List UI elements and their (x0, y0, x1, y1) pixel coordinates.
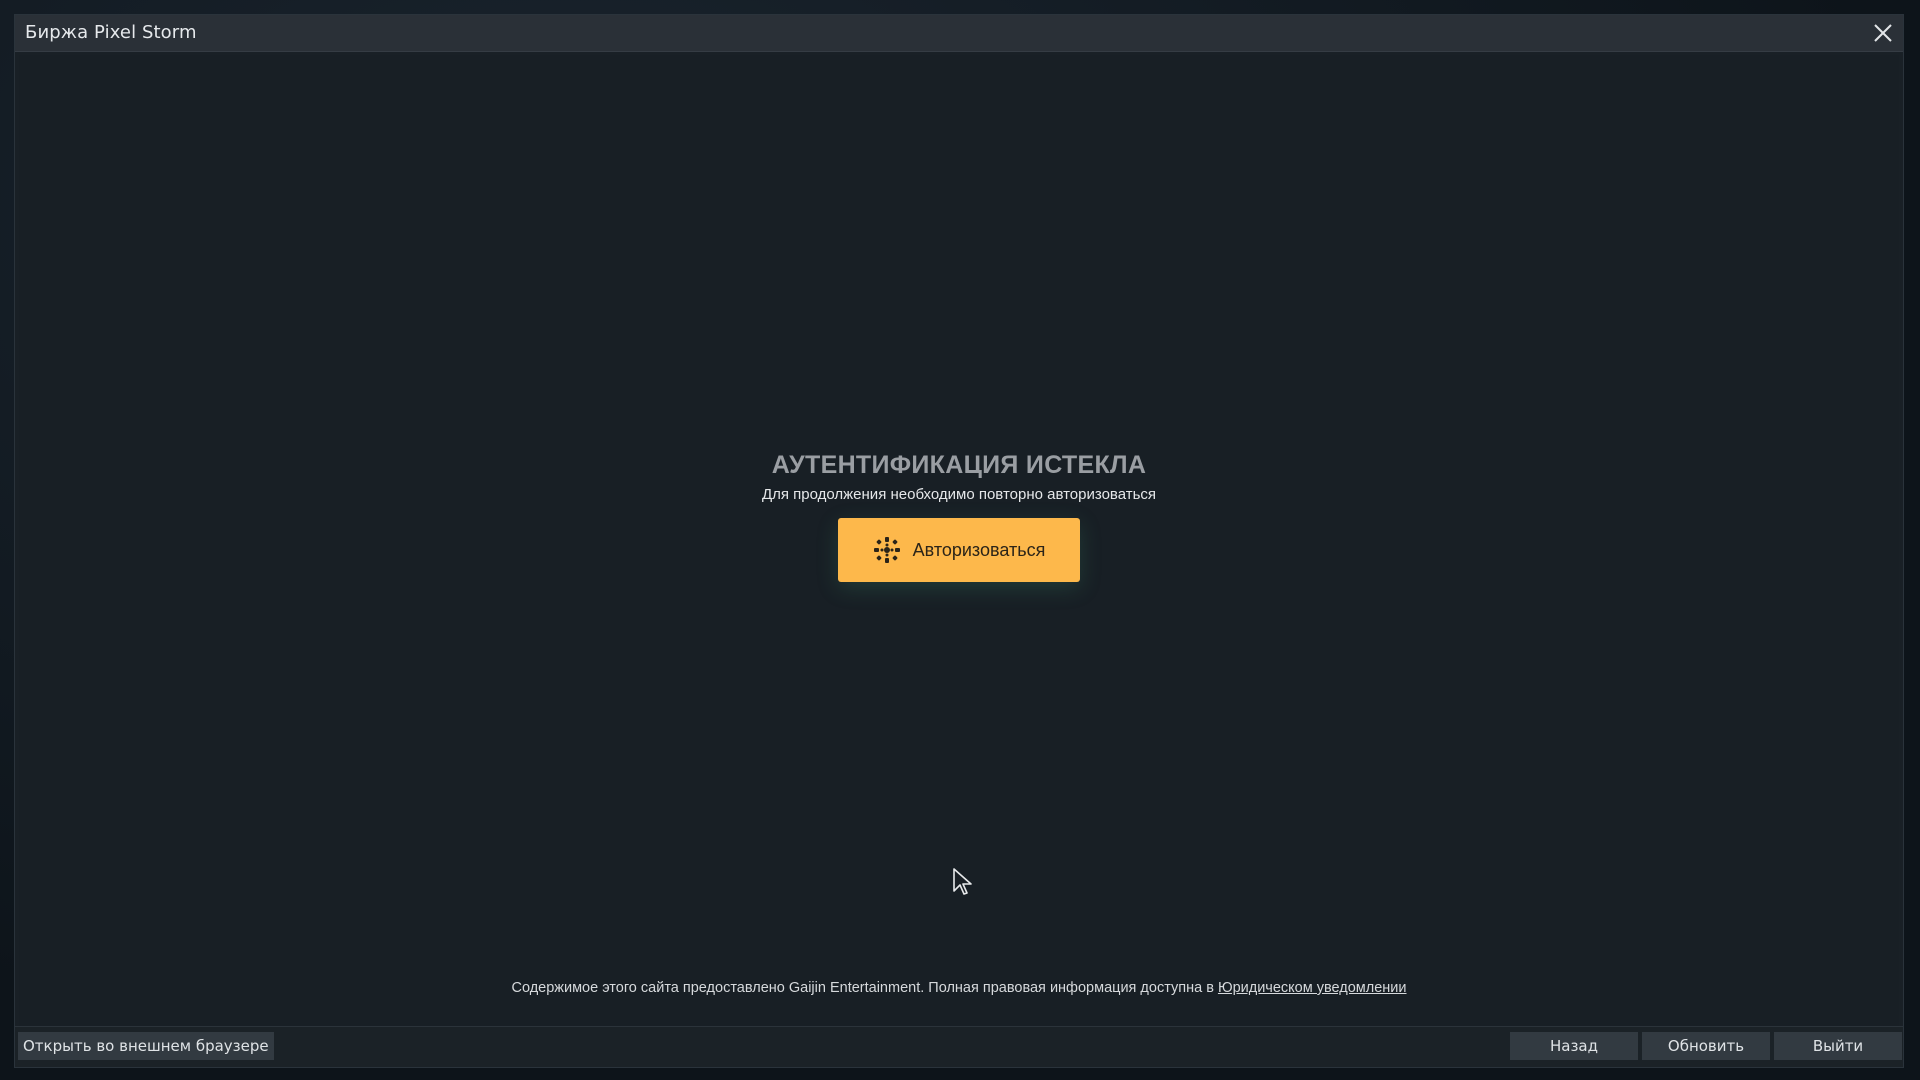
mouse-cursor-icon (953, 868, 972, 895)
web-content: АУТЕНТИФИКАЦИЯ ИСТЕКЛА Для продолжения н… (19, 55, 1899, 1029)
authorize-button-label: Авторизоваться (912, 539, 1046, 560)
auth-subtitle: Для продолжения необходимо повторно авто… (761, 486, 1157, 503)
legal-text: Содержимое этого сайта предоставлено Gai… (511, 980, 1218, 996)
window-title: Биржа Pixel Storm (25, 22, 197, 43)
close-button[interactable] (1869, 19, 1897, 47)
browser-window: Биржа Pixel Storm АУТЕНТИФИКАЦИЯ ИСТЕКЛА… (14, 14, 1904, 1068)
exit-button[interactable]: Выйти (1774, 1032, 1902, 1060)
authorize-button[interactable]: Авторизоваться (838, 518, 1080, 582)
back-button[interactable]: Назад (1510, 1032, 1638, 1060)
gaijin-logo-icon (873, 537, 900, 563)
refresh-button[interactable]: Обновить (1642, 1032, 1770, 1060)
legal-notice: Содержимое этого сайта предоставлено Gai… (19, 980, 1899, 996)
window-titlebar: Биржа Pixel Storm (15, 15, 1903, 52)
bottom-toolbar: Открыть во внешнем браузере Назад Обнови… (15, 1026, 1903, 1067)
open-external-browser-button[interactable]: Открыть во внешнем браузере (18, 1032, 274, 1060)
legal-notice-link[interactable]: Юридическом уведомлении (1218, 980, 1407, 996)
close-icon (1874, 24, 1892, 42)
auth-expired-panel: АУТЕНТИФИКАЦИЯ ИСТЕКЛА Для продолжения н… (19, 451, 1899, 582)
auth-title: АУТЕНТИФИКАЦИЯ ИСТЕКЛА (771, 451, 1147, 479)
